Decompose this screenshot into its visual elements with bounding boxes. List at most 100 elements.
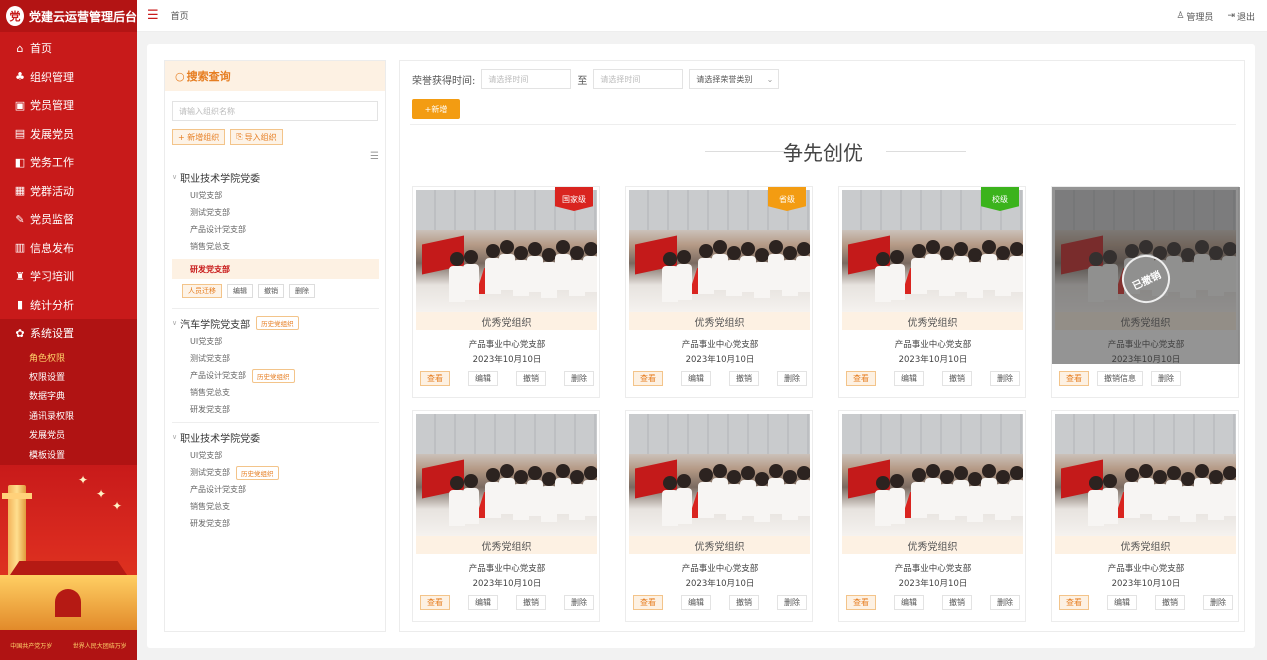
tree-group[interactable]: ∨ 职业技术学院党委 xyxy=(172,167,379,187)
tree-op-button[interactable]: 人员迁移 xyxy=(182,284,222,298)
honor-category-select[interactable]: 请选择荣誉类别 ⌄ xyxy=(689,69,780,89)
edit-button[interactable]: 编辑 xyxy=(468,371,498,386)
tree-item[interactable]: 产品设计党支部 xyxy=(172,481,379,498)
honor-card[interactable]: 优秀党组织产品事业中心党支部2023年10月10日已撤销查看撤销信息删除 xyxy=(1051,186,1240,398)
delete-button[interactable]: 删除 xyxy=(990,371,1020,386)
view-button[interactable]: 查看 xyxy=(846,371,876,386)
revoke-button[interactable]: 撤销 xyxy=(516,595,546,610)
tree-item[interactable]: 销售党总支 xyxy=(172,238,379,255)
start-date-input[interactable]: 请选择时间 xyxy=(481,69,572,89)
sidebar-item[interactable]: ▥ 信息发布 xyxy=(0,234,137,263)
delete-button[interactable]: 删除 xyxy=(1203,595,1233,610)
document-icon: ▤ xyxy=(14,127,26,141)
sidebar-subitem[interactable]: 角色权限 xyxy=(0,348,137,367)
tree-op-button[interactable]: 撤销 xyxy=(258,284,284,298)
tree-item[interactable]: 研发党支部 xyxy=(172,515,379,532)
tree-item[interactable]: 测试党支部 历史党组织 xyxy=(172,464,379,481)
sidebar-item[interactable]: ▤ 发展党员 xyxy=(0,120,137,149)
honor-card[interactable]: 优秀党组织 产品事业中心党支部 2023年10月10日 查看 编辑 撤销 删除 xyxy=(1051,410,1239,622)
person-body xyxy=(1102,488,1118,524)
menu-toggle-icon[interactable]: ☰ xyxy=(147,8,159,23)
revoke-button[interactable]: 撤销 xyxy=(942,595,972,610)
revoke-button[interactable]: 撤销 xyxy=(516,371,546,386)
edit-button[interactable]: 编辑 xyxy=(681,371,711,386)
view-button[interactable]: 查看 xyxy=(633,371,663,386)
tree-item[interactable]: UI党支部 xyxy=(172,447,379,464)
honor-card[interactable]: 优秀党组织 产品事业中心党支部 2023年10月10日 查看 编辑 撤销 删除 xyxy=(625,410,813,622)
delete-button[interactable]: 删除 xyxy=(1151,371,1181,386)
delete-button[interactable]: 删除 xyxy=(777,595,807,610)
user-menu[interactable]: ♙ 管理员 xyxy=(1176,10,1213,23)
edit-button[interactable]: 编辑 xyxy=(1107,595,1137,610)
add-honor-button[interactable]: +新增 xyxy=(412,99,460,119)
add-org-button[interactable]: + 新增组织 xyxy=(172,129,226,145)
sidebar-item[interactable]: ✿ 系统设置 xyxy=(0,319,137,348)
sidebar-item[interactable]: ⌂ 首页 xyxy=(0,34,137,63)
view-button[interactable]: 查看 xyxy=(420,595,450,610)
sidebar-item[interactable]: ▮ 统计分析 xyxy=(0,291,137,320)
sidebar-subitem[interactable]: 数据字典 xyxy=(0,386,137,405)
tree-item[interactable]: UI党支部 xyxy=(172,333,379,350)
view-button[interactable]: 查看 xyxy=(1059,371,1089,386)
tree-group[interactable]: ∨ 汽车学院党支部 历史党组织 xyxy=(172,313,379,333)
org-search-input[interactable]: 请输入组织名称 xyxy=(172,101,378,121)
person-head xyxy=(542,472,556,486)
sidebar-subitem[interactable]: 权限设置 xyxy=(0,367,137,386)
tree-op-button[interactable]: 删除 xyxy=(289,284,315,298)
tree-item-active[interactable]: 研发党支部 xyxy=(172,259,379,279)
edit-button[interactable]: 编辑 xyxy=(468,595,498,610)
sidebar-item[interactable]: ♣ 组织管理 xyxy=(0,63,137,92)
tree-item[interactable]: 研发党支部 xyxy=(172,401,379,418)
import-org-button[interactable]: ⎘ 导入组织 xyxy=(230,129,283,145)
delete-button[interactable]: 删除 xyxy=(564,371,594,386)
sidebar-item[interactable]: ♜ 学习培训 xyxy=(0,262,137,291)
tree-item[interactable]: 销售党总支 xyxy=(172,498,379,515)
tree-group[interactable]: ∨ 职业技术学院党委 xyxy=(172,427,379,447)
sidebar-item-label: 党务工作 xyxy=(30,156,74,170)
card-actions: 查看 编辑 撤销 删除 xyxy=(846,595,1020,610)
view-button[interactable]: 查看 xyxy=(420,371,450,386)
revoke-button[interactable]: 撤销 xyxy=(1155,595,1185,610)
tree-item[interactable]: 测试党支部 xyxy=(172,204,379,221)
edit-button[interactable]: 编辑 xyxy=(681,595,711,610)
tree-op-button[interactable]: 编辑 xyxy=(227,284,253,298)
revoke-button[interactable]: 撤销 xyxy=(729,595,759,610)
edit-button[interactable]: 编辑 xyxy=(894,595,924,610)
tree-item[interactable]: 产品设计党支部 xyxy=(172,221,379,238)
delete-button[interactable]: 删除 xyxy=(564,595,594,610)
breadcrumb[interactable]: 首页 xyxy=(171,9,189,22)
revoke-button[interactable]: 撤销 xyxy=(729,371,759,386)
honor-card[interactable]: 省级 优秀党组织 产品事业中心党支部 2023年10月10日 查看 编辑 撤销 删除 xyxy=(625,186,813,398)
honor-card[interactable]: 国家级 优秀党组织 产品事业中心党支部 2023年10月10日 查看 编辑 撤销 删除 xyxy=(412,186,600,398)
revoke-info-button[interactable]: 撤销信息 xyxy=(1097,371,1143,386)
sidebar-subitem[interactable]: 发展党员 xyxy=(0,425,137,444)
honor-card[interactable]: 优秀党组织 产品事业中心党支部 2023年10月10日 查看 编辑 撤销 删除 xyxy=(838,410,1026,622)
sidebar-subitem[interactable]: 模板设置 xyxy=(0,444,137,463)
main-panel: ○ 搜索查询 请输入组织名称 + 新增组织 ⎘ 导入组织 ☰ ∨ 职业技术学院党委 U… xyxy=(147,44,1255,648)
sidebar-item[interactable]: ▦ 党群活动 xyxy=(0,177,137,206)
tree-item[interactable]: 测试党支部 xyxy=(172,350,379,367)
person-body xyxy=(676,264,692,300)
honor-card[interactable]: 校级 优秀党组织 产品事业中心党支部 2023年10月10日 查看 编辑 撤销 删除 xyxy=(838,186,1026,398)
sidebar-subitem[interactable]: 通讯录权限 xyxy=(0,406,137,425)
tree-item-label: 测试党支部 xyxy=(190,468,230,477)
honor-card[interactable]: 优秀党组织 产品事业中心党支部 2023年10月10日 查看 编辑 撤销 删除 xyxy=(412,410,600,622)
delete-button[interactable]: 删除 xyxy=(777,371,807,386)
revoke-button[interactable]: 撤销 xyxy=(942,371,972,386)
view-button[interactable]: 查看 xyxy=(846,595,876,610)
edit-button[interactable]: 编辑 xyxy=(894,371,924,386)
view-button[interactable]: 查看 xyxy=(633,595,663,610)
end-date-input[interactable]: 请选择时间 xyxy=(593,69,684,89)
logout-button[interactable]: ⇥ 退出 xyxy=(1227,10,1255,23)
sidebar-item[interactable]: ▣ 党员管理 xyxy=(0,91,137,120)
tree-item[interactable]: 产品设计党支部 历史党组织 xyxy=(172,367,379,384)
sidebar-item[interactable]: ◧ 党务工作 xyxy=(0,148,137,177)
view-button[interactable]: 查看 xyxy=(1059,595,1089,610)
sidebar-item-label: 信息发布 xyxy=(30,241,74,255)
tree-item[interactable]: 销售党总支 xyxy=(172,384,379,401)
tree-item[interactable]: UI党支部 xyxy=(172,187,379,204)
sidebar-item[interactable]: ✎ 党员监督 xyxy=(0,205,137,234)
delete-button[interactable]: 删除 xyxy=(990,595,1020,610)
list-view-icon[interactable]: ☰ xyxy=(370,151,379,162)
person-head xyxy=(940,246,954,260)
